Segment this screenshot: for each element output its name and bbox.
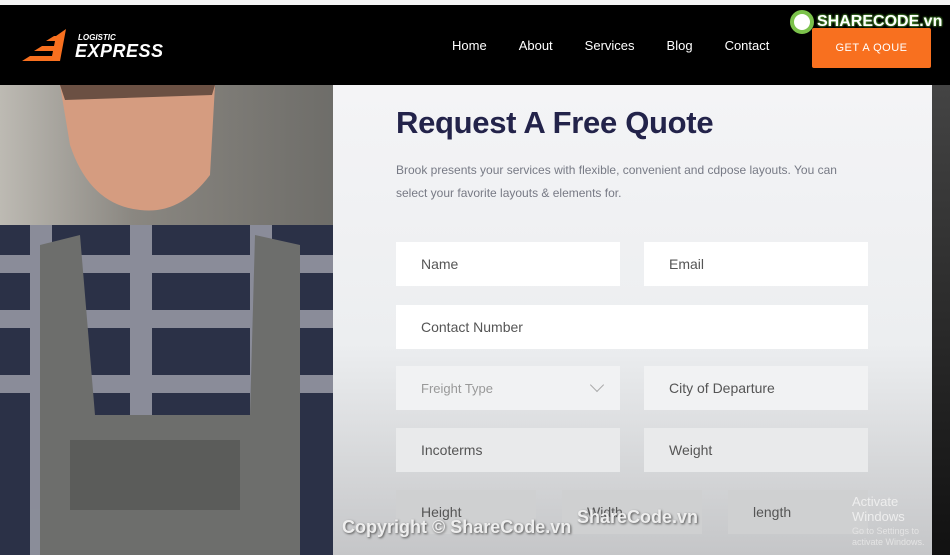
incoterms-field[interactable]: Incoterms — [396, 428, 620, 472]
logo-icon — [22, 29, 66, 61]
activate-windows-hint: Go to Settings to activate Windows. — [852, 526, 925, 547]
worker-image — [0, 85, 333, 555]
weight-field[interactable]: Weight — [644, 428, 868, 472]
city-of-departure-field[interactable]: City of Departure — [644, 366, 868, 410]
quote-form-panel: Request A Free Quote Brook presents your… — [333, 85, 932, 555]
chevron-down-icon — [589, 377, 605, 393]
form-description: Brook presents your services with flexib… — [396, 163, 837, 200]
watermark-logo-icon — [790, 10, 814, 34]
nav-blog[interactable]: Blog — [667, 38, 693, 53]
sharecode-watermark: SHARECODE.vn — [790, 10, 942, 34]
form-title: Request A Free Quote — [396, 105, 714, 140]
freight-type-select[interactable]: Freight Type — [396, 366, 620, 410]
hero-photo — [0, 85, 333, 555]
watermark-logo-text: SHARECODE.vn — [817, 13, 943, 30]
nav-about[interactable]: About — [519, 38, 553, 53]
length-field[interactable]: length — [728, 490, 868, 534]
email-field[interactable]: Email — [644, 242, 868, 286]
nav-contact[interactable]: Contact — [725, 38, 770, 53]
copyright-watermark: Copyright © ShareCode.vn — [342, 517, 572, 537]
logo[interactable]: LOGISTIC EXPRESS — [22, 29, 163, 61]
activate-windows-title: Activate Windows — [852, 494, 905, 524]
nav-home[interactable]: Home — [452, 38, 487, 53]
watermark-center: ShareCode.vn — [577, 507, 699, 527]
freight-type-value: Freight Type — [421, 380, 494, 396]
nav-services[interactable]: Services — [585, 38, 635, 53]
logo-title: EXPRESS — [75, 41, 164, 61]
contact-number-field[interactable]: Contact Number — [396, 305, 868, 349]
get-quote-button[interactable]: GET A QOUE — [812, 28, 931, 68]
name-field[interactable]: Name — [396, 242, 620, 286]
main-nav: Home About Services Blog Contact — [452, 38, 801, 53]
right-edge — [932, 85, 950, 555]
